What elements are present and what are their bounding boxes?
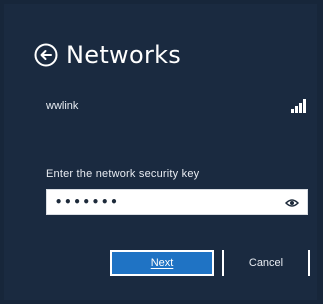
network-flyout: Networks wwlink Enter the network securi… [0,0,323,304]
eye-icon[interactable] [284,196,300,208]
next-button[interactable]: Next [110,250,214,276]
security-key-value: ••••••• [55,195,120,209]
page-title: Networks [66,41,182,69]
security-key-field[interactable]: ••••••• [46,189,308,215]
network-item[interactable]: wwlink [46,97,306,115]
network-name: wwlink [46,100,79,112]
header: Networks [34,40,181,70]
cancel-button[interactable]: Cancel [222,250,310,276]
security-key-prompt: Enter the network security key [46,168,200,180]
wifi-signal-icon [290,99,306,113]
back-arrow-icon[interactable] [34,43,58,67]
